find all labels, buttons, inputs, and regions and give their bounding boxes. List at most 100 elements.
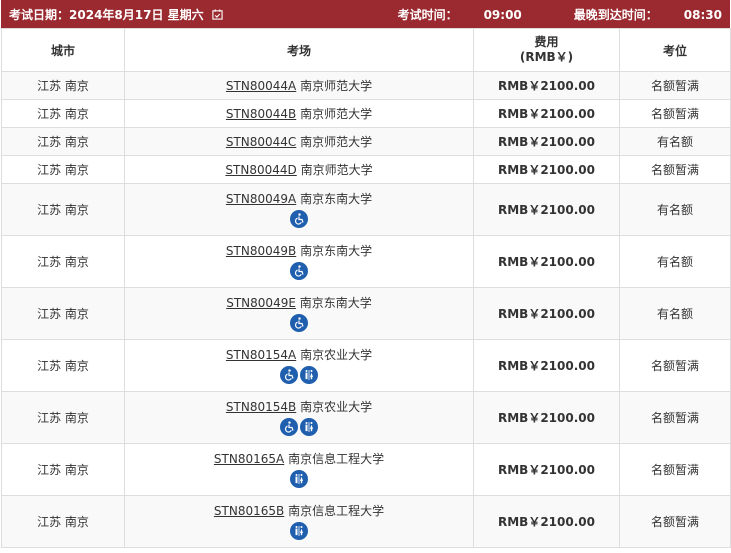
fee-cell: RMB￥2100.00 bbox=[473, 127, 620, 156]
column-header-fee: 费用 (RMB￥) bbox=[473, 28, 620, 72]
exam-date-group: 考试日期： 2024年8月17日 星期六 bbox=[9, 6, 223, 23]
exam-session-panel: 考试日期： 2024年8月17日 星期六 考试时间： 09:00 最晚到达时间： 0… bbox=[1, 0, 731, 548]
venue-line: STN80154A 南京农业大学 bbox=[125, 347, 473, 363]
city-cell: 江苏 南京 bbox=[1, 495, 125, 548]
venue-code-link[interactable]: STN80154B bbox=[226, 400, 296, 414]
table-row[interactable]: 江苏 南京 STN80049B 南京东南大学 RMB￥2100.00 有名额 bbox=[1, 235, 731, 288]
table-row[interactable]: 江苏 南京 STN80154A 南京农业大学 RMB￥2100.00 名额暂满 bbox=[1, 339, 731, 392]
calendar-check-icon[interactable] bbox=[212, 8, 223, 20]
exam-time: 09:00 bbox=[483, 7, 522, 22]
table-row[interactable]: 江苏 南京 STN80049A 南京东南大学 RMB￥2100.00 有名额 bbox=[1, 183, 731, 236]
fee-cell: RMB￥2100.00 bbox=[473, 183, 620, 236]
venue-line: STN80154B 南京农业大学 bbox=[125, 399, 473, 415]
seat-status-cell: 名额暂满 bbox=[619, 391, 731, 444]
seat-status-cell: 名额暂满 bbox=[619, 339, 731, 392]
venue-cell: STN80165B 南京信息工程大学 bbox=[124, 495, 474, 548]
venue-code-link[interactable]: STN80044A bbox=[226, 79, 296, 93]
venue-code-link[interactable]: STN80049A bbox=[226, 192, 296, 206]
exam-time-label: 考试时间： bbox=[397, 7, 458, 22]
fee-cell: RMB￥2100.00 bbox=[473, 391, 620, 444]
fee-cell: RMB￥2100.00 bbox=[473, 339, 620, 392]
exam-time-group: 考试时间： 09:00 最晚到达时间： 08:30 bbox=[346, 6, 722, 23]
venue-line: STN80049A 南京东南大学 bbox=[125, 191, 473, 207]
exam-date: 2024年8月17日 星期六 bbox=[69, 7, 204, 22]
venue-code-link[interactable]: STN80165A bbox=[214, 452, 284, 466]
arrive-time-item: 最晚到达时间： 08:30 bbox=[548, 6, 722, 23]
fee-cell: RMB￥2100.00 bbox=[473, 443, 620, 496]
table-row[interactable]: 江苏 南京 STN80044A 南京师范大学 RMB￥2100.00 名额暂满 bbox=[1, 71, 731, 100]
seat-status-cell: 有名额 bbox=[619, 235, 731, 288]
column-header-seats: 考位 bbox=[619, 28, 731, 72]
venue-line: STN80165A 南京信息工程大学 bbox=[125, 451, 473, 467]
venue-name: 南京师范大学 bbox=[300, 134, 373, 149]
venue-cell: STN80165A 南京信息工程大学 bbox=[124, 443, 474, 496]
facility-icons bbox=[125, 366, 473, 384]
venue-line: STN80049E 南京东南大学 bbox=[125, 295, 473, 311]
fee-cell: RMB￥2100.00 bbox=[473, 99, 620, 128]
restroom-icon bbox=[300, 418, 318, 436]
wheelchair-icon bbox=[290, 210, 308, 228]
venue-line: STN80044D 南京师范大学 bbox=[125, 162, 473, 178]
facility-icons bbox=[125, 210, 473, 228]
table-row[interactable]: 江苏 南京 STN80165A 南京信息工程大学 RMB￥2100.00 名额暂满 bbox=[1, 443, 731, 496]
venue-code-link[interactable]: STN80044D bbox=[225, 163, 296, 177]
venue-code-link[interactable]: STN80044B bbox=[226, 107, 296, 121]
table-row[interactable]: 江苏 南京 STN80049E 南京东南大学 RMB￥2100.00 有名额 bbox=[1, 287, 731, 340]
restroom-icon bbox=[290, 470, 308, 488]
restroom-icon bbox=[290, 522, 308, 540]
venue-name: 南京东南大学 bbox=[300, 192, 373, 206]
seat-status-cell: 名额暂满 bbox=[619, 155, 731, 184]
fee-header-line2: (RMB￥) bbox=[519, 50, 574, 64]
venue-cell: STN80154A 南京农业大学 bbox=[124, 339, 474, 392]
venue-name: 南京东南大学 bbox=[299, 296, 372, 310]
wheelchair-icon bbox=[280, 366, 298, 384]
seat-status-cell: 名额暂满 bbox=[619, 495, 731, 548]
city-cell: 江苏 南京 bbox=[1, 127, 125, 156]
venue-cell: STN80044B 南京师范大学 bbox=[124, 99, 474, 128]
venue-cell: STN80044C 南京师范大学 bbox=[124, 127, 474, 156]
venue-table: 城市 考场 费用 (RMB￥) 考位 江苏 南京 STN80044A 南京师范大学… bbox=[1, 28, 731, 548]
exam-time-item: 考试时间： 09:00 bbox=[372, 6, 522, 23]
facility-icons bbox=[125, 314, 473, 332]
venue-code-link[interactable]: STN80154A bbox=[226, 348, 296, 362]
facility-icons bbox=[125, 470, 473, 488]
seat-status-cell: 有名额 bbox=[619, 183, 731, 236]
table-row[interactable]: 江苏 南京 STN80044B 南京师范大学 RMB￥2100.00 名额暂满 bbox=[1, 99, 731, 128]
fee-header-line1: 费用 bbox=[534, 35, 559, 49]
city-cell: 江苏 南京 bbox=[1, 235, 125, 288]
venue-name: 南京农业大学 bbox=[300, 400, 373, 414]
venue-line: STN80044C 南京师范大学 bbox=[125, 134, 473, 150]
venue-code-link[interactable]: STN80044C bbox=[226, 135, 296, 149]
venue-name: 南京师范大学 bbox=[300, 78, 373, 93]
venue-cell: STN80049B 南京东南大学 bbox=[124, 235, 474, 288]
city-cell: 江苏 南京 bbox=[1, 99, 125, 128]
table-row[interactable]: 江苏 南京 STN80165B 南京信息工程大学 RMB￥2100.00 名额暂满 bbox=[1, 495, 731, 548]
restroom-icon bbox=[300, 366, 318, 384]
arrive-time: 08:30 bbox=[683, 7, 722, 22]
facility-icons bbox=[125, 418, 473, 436]
column-header-venue: 考场 bbox=[124, 28, 474, 72]
table-row[interactable]: 江苏 南京 STN80044D 南京师范大学 RMB￥2100.00 名额暂满 bbox=[1, 155, 731, 184]
venue-code-link[interactable]: STN80049E bbox=[226, 296, 296, 310]
venue-code-link[interactable]: STN80049B bbox=[226, 244, 296, 258]
venue-cell: STN80154B 南京农业大学 bbox=[124, 391, 474, 444]
city-cell: 江苏 南京 bbox=[1, 443, 125, 496]
wheelchair-icon bbox=[280, 418, 298, 436]
city-cell: 江苏 南京 bbox=[1, 391, 125, 444]
exam-info-bar: 考试日期： 2024年8月17日 星期六 考试时间： 09:00 最晚到达时间： 0… bbox=[1, 0, 730, 28]
wheelchair-icon bbox=[290, 262, 308, 280]
wheelchair-icon bbox=[290, 314, 308, 332]
city-cell: 江苏 南京 bbox=[1, 71, 125, 100]
venue-name: 南京师范大学 bbox=[300, 106, 373, 121]
facility-icons bbox=[125, 522, 473, 540]
table-row[interactable]: 江苏 南京 STN80044C 南京师范大学 RMB￥2100.00 有名额 bbox=[1, 127, 731, 156]
venue-cell: STN80049A 南京东南大学 bbox=[124, 183, 474, 236]
table-row[interactable]: 江苏 南京 STN80154B 南京农业大学 RMB￥2100.00 名额暂满 bbox=[1, 391, 731, 444]
venue-line: STN80049B 南京东南大学 bbox=[125, 243, 473, 259]
fee-cell: RMB￥2100.00 bbox=[473, 235, 620, 288]
venue-name: 南京东南大学 bbox=[300, 244, 373, 258]
venue-cell: STN80049E 南京东南大学 bbox=[124, 287, 474, 340]
venue-line: STN80044A 南京师范大学 bbox=[125, 78, 473, 94]
venue-code-link[interactable]: STN80165B bbox=[214, 504, 284, 518]
column-header-city: 城市 bbox=[1, 28, 125, 72]
